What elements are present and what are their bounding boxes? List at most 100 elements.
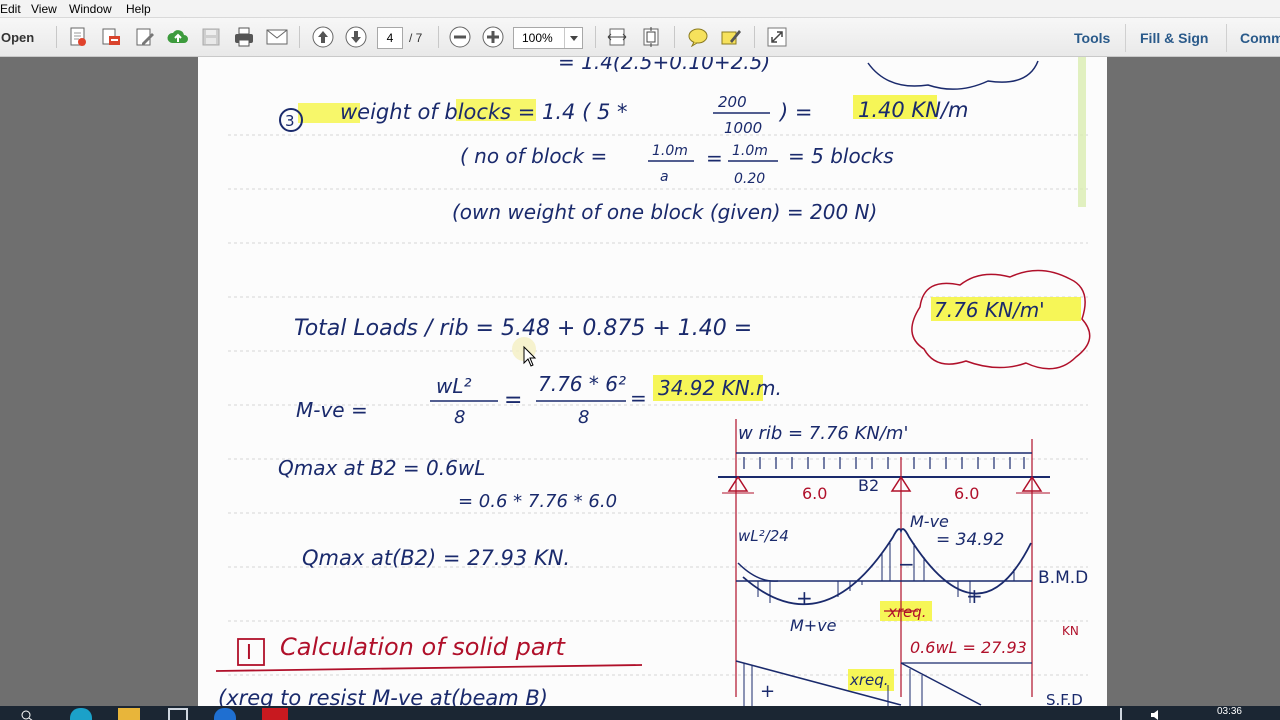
beam-diagram: w rib = 7.76 KN/m' 6.0 B2 6.0 wL²/24 M-v…: [718, 419, 1088, 706]
equals-sign: =: [630, 386, 647, 410]
menu-edit[interactable]: Edit: [0, 2, 21, 16]
comment-icon[interactable]: [686, 25, 710, 49]
positive-moment-label: M+ve: [790, 616, 837, 635]
moment-fraction2-num: 7.76 * 6²: [538, 372, 626, 396]
moment-fraction-den: 8: [454, 407, 465, 428]
bottom-partial-text: (xreq to resist M-ve at(beam B): [218, 686, 548, 706]
open-button[interactable]: Open: [1, 30, 34, 45]
tools-button[interactable]: Tools: [1074, 30, 1110, 46]
toolbar-divider: [299, 26, 300, 48]
toolbar-divider: [438, 26, 439, 48]
fill-sign-button[interactable]: Fill & Sign: [1140, 30, 1208, 46]
menu-view[interactable]: View: [31, 2, 57, 16]
fraction-den: 1000: [724, 119, 762, 137]
bmd-label: B.M.D: [1038, 568, 1088, 588]
print-icon[interactable]: [232, 25, 256, 49]
fit-page-icon[interactable]: [639, 25, 663, 49]
toolbar-divider: [674, 26, 675, 48]
block-fraction2-den: 0.20: [734, 171, 765, 187]
zoom-out-icon[interactable]: [448, 25, 472, 49]
moment-result: 34.92 KN.m.: [658, 376, 782, 400]
toolbar-divider: [1226, 24, 1227, 52]
negative-moment-value: = 34.92: [936, 530, 1004, 550]
zoom-select[interactable]: 100%: [513, 27, 583, 49]
step-number: 3: [285, 112, 295, 130]
toolbar-divider: [754, 26, 755, 48]
blocks-result: = 5 blocks: [788, 144, 894, 168]
plus-sign-right: +: [966, 584, 983, 608]
file-explorer-icon[interactable]: [118, 708, 140, 720]
store-icon[interactable]: [168, 708, 188, 720]
cloud-upload-icon[interactable]: [166, 25, 190, 49]
page-total: / 7: [409, 31, 423, 45]
menu-window[interactable]: Window: [69, 2, 112, 16]
span-left-label: 6.0: [802, 484, 827, 503]
wl24-label: wL²/24: [738, 527, 789, 545]
expand-icon[interactable]: [765, 25, 789, 49]
weight-of-blocks-text: weight of blocks = 1.4 ( 5 *: [340, 100, 627, 124]
moment-fraction-num: wL²: [436, 374, 472, 398]
moment-label: M-ve =: [296, 398, 368, 422]
qmax-substitution: = 0.6 * 7.76 * 6.0: [458, 491, 617, 512]
span-right-label: 6.0: [954, 484, 979, 503]
qmax-result: Qmax at(B2) = 27.93 KN.: [302, 546, 570, 570]
zoom-value: 100%: [522, 31, 553, 45]
plus-sign-bottom: +: [760, 681, 775, 702]
equals-sign: =: [504, 388, 522, 413]
own-weight-text: (own weight of one block (given) = 200 N…: [452, 200, 877, 224]
xreq-label-bottom: xreq.: [849, 671, 889, 689]
block-fraction-num: 1.0m: [652, 143, 688, 159]
page-number-input[interactable]: 4: [377, 27, 403, 49]
shear-value: 0.6wL = 27.93: [910, 638, 1027, 657]
equals-sign: ) =: [778, 100, 812, 124]
block-fraction-den: a: [660, 169, 669, 185]
search-icon[interactable]: [20, 708, 36, 720]
edge-browser-icon[interactable]: [70, 708, 92, 720]
toolbar-divider: [1125, 24, 1126, 52]
clock: 03:36: [1216, 706, 1242, 717]
toolbar-divider: [56, 26, 57, 48]
minus-sign: −: [898, 552, 915, 576]
sfd-label: S.F.D: [1046, 691, 1083, 706]
section-number: I: [246, 640, 252, 664]
moment-fraction2-den: 8: [578, 407, 589, 428]
taskbar: 03:36: [0, 706, 1280, 720]
menu-bar: Edit View Window Help: [0, 0, 1280, 18]
block-count-text: ( no of block =: [460, 144, 607, 168]
shear-unit: KN: [1062, 624, 1079, 638]
previous-page-icon[interactable]: [311, 25, 335, 49]
page-content: = 1.4(2.5+0.10+2.5) 3 weight of blocks =…: [215, 57, 1091, 706]
highlight-icon[interactable]: [719, 25, 743, 49]
app-icon[interactable]: [214, 708, 236, 720]
tray-icon[interactable]: [1120, 708, 1130, 720]
chevron-down-icon[interactable]: [564, 28, 582, 48]
negative-moment-label: M-ve: [910, 512, 949, 531]
email-icon[interactable]: [265, 25, 289, 49]
distributed-load-label: w rib = 7.76 KN/m': [738, 423, 908, 444]
support-mid-label: B2: [858, 476, 879, 495]
document-viewport[interactable]: = 1.4(2.5+0.10+2.5) 3 weight of blocks =…: [0, 57, 1280, 706]
fit-width-icon[interactable]: [605, 25, 629, 49]
plus-sign-left: +: [796, 586, 813, 610]
block-fraction2-num: 1.0m: [732, 143, 768, 159]
total-loads-result: 7.76 KN/m': [934, 298, 1045, 322]
fraction-num: 200: [718, 93, 747, 111]
section-title: Calculation of solid part: [280, 633, 566, 661]
export-pdf-icon[interactable]: [99, 25, 123, 49]
comment-button[interactable]: Comm: [1240, 30, 1280, 46]
toolbar-divider: [595, 26, 596, 48]
create-pdf-icon[interactable]: [66, 25, 90, 49]
edit-pdf-icon[interactable]: [133, 25, 157, 49]
volume-icon[interactable]: [1150, 708, 1162, 720]
xreq-label: xreq.: [887, 603, 927, 621]
zoom-in-icon[interactable]: [481, 25, 505, 49]
weight-result: 1.40 KN/m: [858, 98, 968, 122]
next-page-icon[interactable]: [344, 25, 368, 49]
qmax-formula: Qmax at B2 = 0.6wL: [278, 456, 485, 480]
toolbar: Open 4 / 7 100% Tools Fill & Sign Comm: [0, 18, 1280, 57]
menu-help[interactable]: Help: [126, 2, 151, 16]
acrobat-icon[interactable]: [262, 708, 288, 720]
top-partial-text: = 1.4(2.5+0.10+2.5): [558, 57, 770, 74]
pdf-page: = 1.4(2.5+0.10+2.5) 3 weight of blocks =…: [198, 57, 1107, 706]
save-icon[interactable]: [199, 25, 223, 49]
